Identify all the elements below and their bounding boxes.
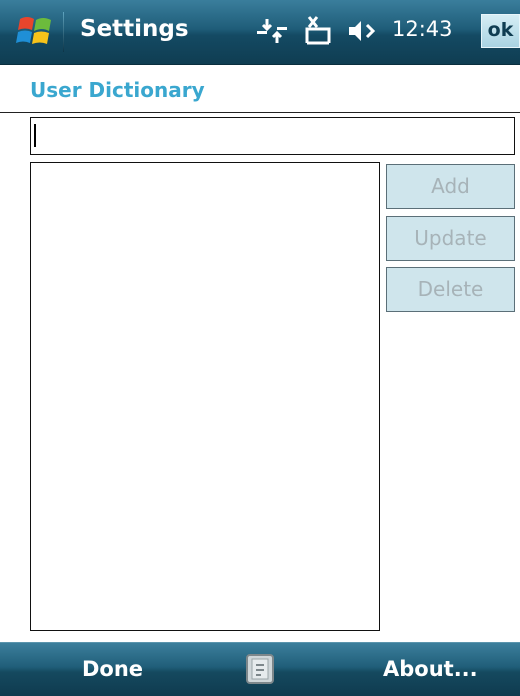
clock[interactable]: 12:43 xyxy=(392,17,453,41)
word-list[interactable] xyxy=(30,162,380,631)
windows-start-icon[interactable] xyxy=(10,12,62,52)
keyboard-icon[interactable] xyxy=(243,653,277,685)
add-button[interactable]: Add xyxy=(386,164,515,209)
text-caret xyxy=(34,124,36,147)
done-softkey[interactable]: Done xyxy=(82,657,143,681)
delete-button[interactable]: Delete xyxy=(386,267,515,312)
app-title: Settings xyxy=(80,16,189,42)
title-bar: Settings 12:43 ok xyxy=(0,0,520,65)
no-signal-icon[interactable] xyxy=(303,15,333,47)
about-softkey[interactable]: About... xyxy=(383,657,478,681)
softkey-bar: Done About... xyxy=(0,642,520,696)
page-header: User Dictionary xyxy=(0,64,520,113)
ok-button[interactable]: ok xyxy=(481,14,520,48)
word-input[interactable] xyxy=(30,117,515,155)
connectivity-icon[interactable] xyxy=(255,15,289,47)
update-button[interactable]: Update xyxy=(386,216,515,261)
volume-icon[interactable] xyxy=(345,15,379,47)
title-separator xyxy=(63,12,64,52)
page-title: User Dictionary xyxy=(30,78,205,102)
